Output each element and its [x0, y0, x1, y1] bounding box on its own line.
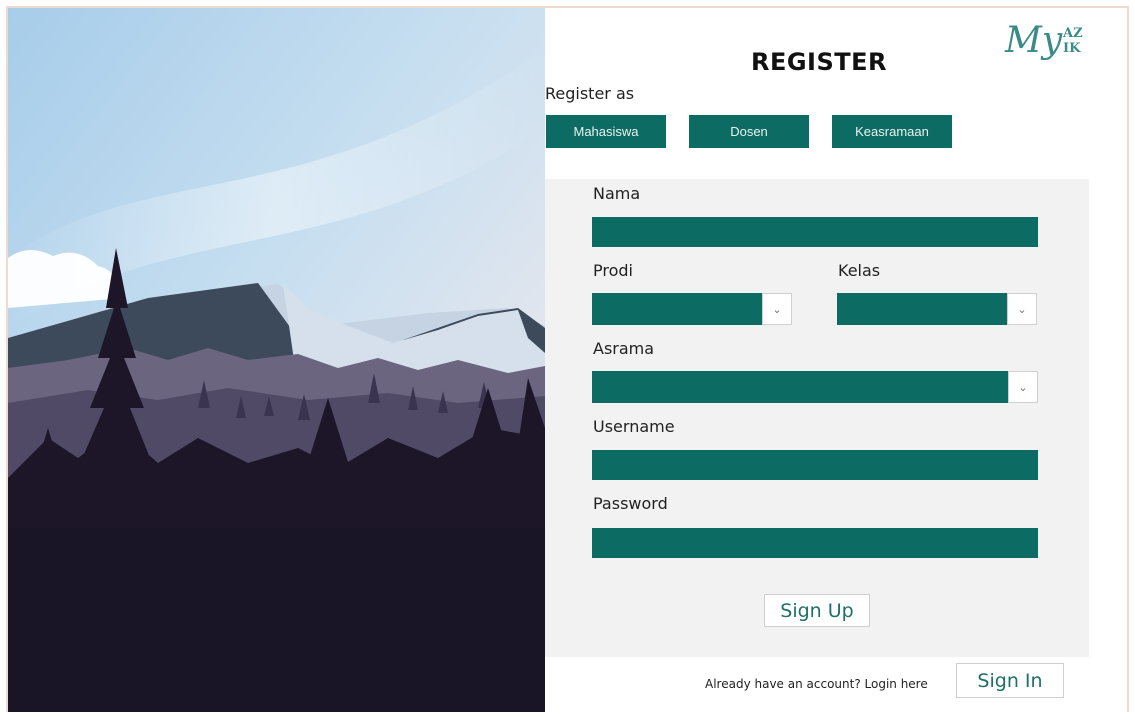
kelas-select[interactable]: ⌄ [837, 293, 1037, 325]
login-hint: Already have an account? Login here [705, 677, 928, 691]
chevron-down-icon[interactable]: ⌄ [1007, 293, 1037, 325]
password-label: Password [593, 494, 668, 513]
asrama-value [592, 371, 1008, 403]
chevron-down-icon[interactable]: ⌄ [762, 293, 792, 325]
kelas-label: Kelas [838, 261, 881, 280]
logo-sub-top: AZ [1063, 26, 1083, 41]
chevron-down-icon[interactable]: ⌄ [1008, 371, 1038, 403]
username-input[interactable] [592, 450, 1038, 480]
sign-up-button[interactable]: Sign Up [764, 594, 870, 627]
password-input[interactable] [592, 528, 1038, 558]
logo-text: My [1005, 20, 1063, 61]
prodi-value [592, 293, 762, 325]
register-panel: REGISTER My AZ IK Register as Mahasiswa … [545, 8, 1127, 712]
sign-in-button[interactable]: Sign In [956, 663, 1064, 698]
nama-label: Nama [593, 184, 641, 203]
username-label: Username [593, 417, 675, 436]
prodi-select[interactable]: ⌄ [592, 293, 792, 325]
asrama-label: Asrama [593, 339, 655, 358]
landscape-illustration [8, 8, 545, 712]
register-as-label: Register as [545, 84, 635, 103]
role-button-keasramaan[interactable]: Keasramaan [832, 115, 952, 148]
nama-input[interactable] [592, 217, 1038, 247]
asrama-select[interactable]: ⌄ [592, 371, 1038, 403]
prodi-label: Prodi [593, 261, 633, 280]
role-button-dosen[interactable]: Dosen [689, 115, 809, 148]
role-button-mahasiswa[interactable]: Mahasiswa [546, 115, 666, 148]
app-logo: My AZ IK [1005, 20, 1095, 70]
kelas-value [837, 293, 1007, 325]
logo-sub-bottom: IK [1063, 41, 1081, 56]
